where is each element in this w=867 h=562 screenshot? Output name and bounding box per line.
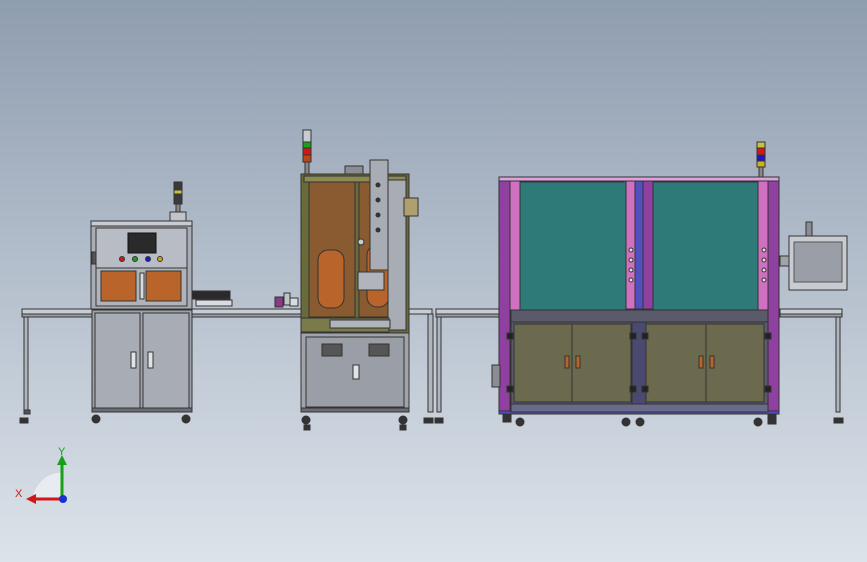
control-button <box>119 256 125 262</box>
cabinet-door-handle-icon <box>352 364 360 380</box>
z-axis-dot <box>59 495 67 503</box>
x-axis-label: X <box>15 488 23 500</box>
cad-viewport[interactable]: Y X <box>0 0 867 562</box>
assembly-view: Y X <box>0 0 867 562</box>
cabinet-door-handle-icon <box>130 351 137 369</box>
glass-enclosure-right <box>651 179 759 311</box>
glass-enclosure-left <box>518 179 627 311</box>
hmi-screen-icon <box>127 232 157 254</box>
cabinet-door-handle-icon <box>564 355 570 369</box>
y-axis-label: Y <box>58 446 66 458</box>
machine-process-station <box>300 129 419 431</box>
brown-access-window <box>100 270 137 302</box>
